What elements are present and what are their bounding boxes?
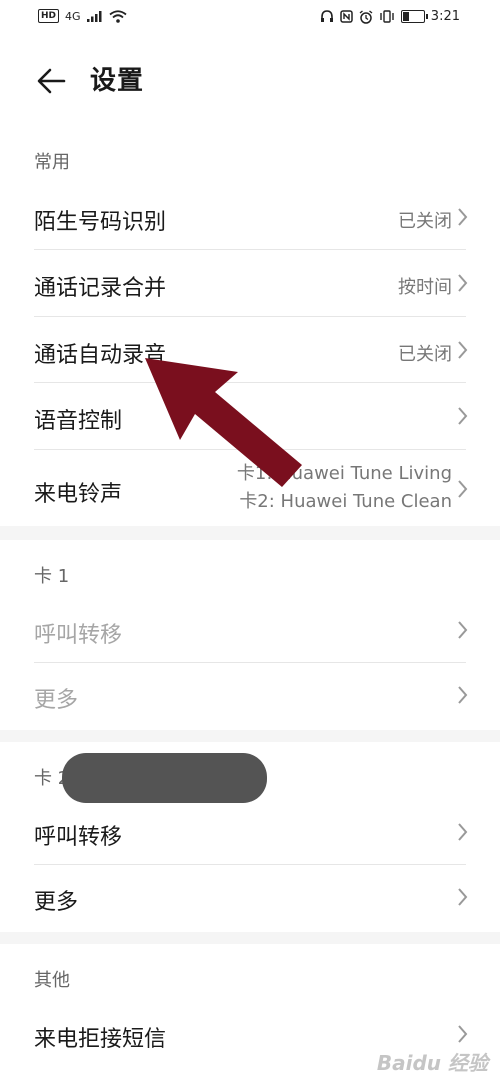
headphone-icon bbox=[320, 10, 333, 22]
row-card1-more: 更多 bbox=[0, 663, 500, 729]
chevron-right-icon bbox=[458, 1025, 468, 1043]
row-label: 陌生号码识别 bbox=[34, 210, 167, 235]
row-value: 已关闭 bbox=[398, 211, 452, 232]
row-value: 已关闭 bbox=[398, 344, 452, 365]
row-stranger-number-id[interactable]: 陌生号码识别 已关闭 bbox=[0, 184, 500, 250]
chevron-right-icon bbox=[458, 480, 468, 498]
status-left: HD 4G bbox=[38, 9, 127, 23]
chevron-right-icon bbox=[458, 208, 468, 226]
chevron-right-icon bbox=[458, 686, 468, 704]
chevron-right-icon bbox=[458, 341, 468, 359]
watermark: Baidu 经验 bbox=[376, 1051, 488, 1075]
row-label: 来电拒接短信 bbox=[34, 1027, 167, 1052]
status-bar: HD 4G 3:21 bbox=[0, 0, 500, 36]
section-title: 卡 1 bbox=[34, 566, 70, 587]
page-title: 设置 bbox=[90, 66, 145, 96]
redaction-blob bbox=[62, 753, 267, 803]
row-label: 来电铃声 bbox=[34, 482, 123, 507]
chevron-right-icon bbox=[458, 621, 468, 639]
row-label: 通话自动录音 bbox=[34, 343, 167, 368]
hd-icon: HD bbox=[38, 9, 60, 23]
network-type: 4G bbox=[65, 9, 81, 23]
section-title: 常用 bbox=[34, 152, 70, 173]
row-voice-control[interactable]: 语音控制 bbox=[0, 383, 500, 450]
vibrate-icon bbox=[380, 10, 394, 23]
clock: 3:21 bbox=[430, 9, 460, 24]
row-card1-call-forward: 呼叫转移 bbox=[0, 598, 500, 663]
section-common: 常用 陌生号码识别 已关闭 通话记录合并 按时间 通话自动录音 已关闭 语音控制… bbox=[0, 126, 500, 526]
section-title: 其他 bbox=[34, 970, 70, 991]
chevron-right-icon bbox=[458, 888, 468, 906]
header: 设置 bbox=[0, 36, 500, 126]
row-call-log-merge[interactable]: 通话记录合并 按时间 bbox=[0, 250, 500, 317]
alarm-icon bbox=[359, 9, 373, 24]
row-value: 按时间 bbox=[398, 277, 452, 298]
row-auto-record[interactable]: 通话自动录音 已关闭 bbox=[0, 317, 500, 383]
back-arrow-icon[interactable] bbox=[34, 64, 68, 98]
wifi-icon bbox=[108, 9, 127, 23]
row-card2-more[interactable]: 更多 bbox=[0, 865, 500, 931]
ringtone-values: 卡1: Huawei Tune Living 卡2: Huawei Tune C… bbox=[237, 460, 452, 516]
nfc-icon bbox=[340, 10, 353, 23]
signal-bars-icon bbox=[86, 11, 102, 22]
row-ringtone[interactable]: 来电铃声 卡1: Huawei Tune Living 卡2: Huawei T… bbox=[0, 450, 500, 526]
row-label: 通话记录合并 bbox=[34, 276, 167, 301]
ringtone-card1: 卡1: Huawei Tune Living bbox=[236, 463, 452, 484]
status-right: 3:21 bbox=[320, 9, 460, 24]
row-label: 呼叫转移 bbox=[34, 825, 123, 850]
chevron-right-icon bbox=[458, 407, 468, 425]
row-label: 语音控制 bbox=[34, 409, 123, 434]
row-label: 呼叫转移 bbox=[34, 623, 123, 648]
row-label: 更多 bbox=[34, 688, 79, 713]
row-card2-call-forward[interactable]: 呼叫转移 bbox=[0, 800, 500, 865]
chevron-right-icon bbox=[458, 823, 468, 841]
row-label: 更多 bbox=[34, 890, 79, 915]
ringtone-card2: 卡2: Huawei Tune Clean bbox=[239, 491, 452, 512]
chevron-right-icon bbox=[458, 274, 468, 292]
battery-icon bbox=[400, 10, 428, 23]
section-card1: 卡 1 呼叫转移 更多 bbox=[0, 540, 500, 730]
